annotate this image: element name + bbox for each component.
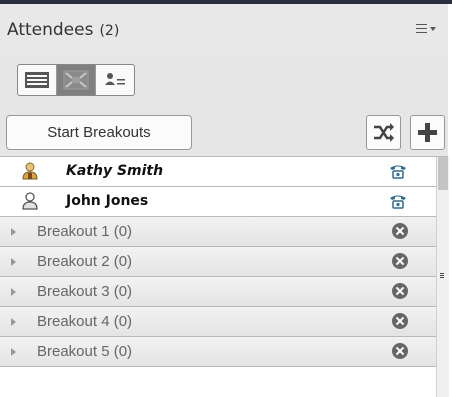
host-user-icon: [22, 162, 38, 180]
attendees-panel: Attendees (2) Start Breakouts Kathy Smit…: [0, 4, 449, 397]
add-breakout-button[interactable]: [410, 115, 445, 150]
list-view-button[interactable]: [18, 65, 57, 95]
breakout-row-4[interactable]: Breakout 4 (0): [0, 307, 436, 337]
remove-breakout-icon[interactable]: [392, 253, 408, 269]
expand-arrow-icon[interactable]: [11, 288, 16, 296]
phone-icon[interactable]: [388, 192, 408, 210]
panel-header: Attendees (2): [0, 4, 448, 57]
panel-title-label: Attendees: [7, 20, 94, 40]
expand-arrow-icon[interactable]: [11, 228, 16, 236]
list-view-icon: [25, 72, 49, 88]
shuffle-button[interactable]: [366, 115, 401, 150]
breakout-row-2[interactable]: Breakout 2 (0): [0, 247, 436, 277]
breakout-row-5[interactable]: Breakout 5 (0): [0, 337, 436, 367]
expand-arrow-icon[interactable]: [11, 318, 16, 326]
breakout-view-button[interactable]: [57, 65, 96, 95]
attendee-count: (2): [99, 23, 120, 39]
breakout-row-3[interactable]: Breakout 3 (0): [0, 277, 436, 307]
expand-arrow-icon[interactable]: [11, 348, 16, 356]
chevron-down-icon: [430, 27, 436, 31]
breakout-action-bar: Start Breakouts: [0, 108, 448, 157]
remove-breakout-icon[interactable]: [392, 223, 408, 239]
status-view-button[interactable]: [96, 65, 134, 95]
breakout-label: Breakout 2 (0): [37, 253, 133, 270]
remove-breakout-icon[interactable]: [392, 283, 408, 299]
resize-grip-icon[interactable]: [440, 273, 444, 279]
attendee-name: Kathy Smith: [66, 163, 164, 179]
breakout-label: Breakout 1 (0): [37, 223, 133, 240]
user-icon: [22, 192, 38, 210]
shuffle-icon: [374, 123, 394, 142]
breakout-label: Breakout 5 (0): [37, 343, 133, 360]
view-toolbar: [0, 57, 448, 108]
attendee-list: Kathy Smith John Jones Breakout 1 (0) Br…: [0, 157, 436, 397]
view-mode-switcher: [17, 64, 135, 96]
panel-menu-button[interactable]: [416, 22, 438, 38]
breakout-label: Breakout 4 (0): [37, 313, 133, 330]
breakout-view-icon: [63, 70, 89, 90]
attendee-row-kathy-smith[interactable]: Kathy Smith: [0, 157, 436, 187]
status-view-icon: [105, 73, 125, 85]
scrollbar-thumb[interactable]: [438, 157, 448, 190]
start-breakouts-button[interactable]: Start Breakouts: [6, 115, 192, 150]
remove-breakout-icon[interactable]: [392, 343, 408, 359]
menu-lines-icon: [416, 24, 427, 36]
panel-title: Attendees (2): [7, 20, 119, 40]
attendee-row-john-jones[interactable]: John Jones: [0, 187, 436, 217]
breakout-row-1[interactable]: Breakout 1 (0): [0, 217, 436, 247]
list-scrollbar[interactable]: [436, 157, 449, 397]
expand-arrow-icon[interactable]: [11, 258, 16, 266]
breakout-label: Breakout 3 (0): [37, 283, 133, 300]
phone-icon[interactable]: [388, 162, 408, 180]
plus-icon: [418, 123, 437, 142]
attendee-name: John Jones: [66, 193, 149, 209]
remove-breakout-icon[interactable]: [392, 313, 408, 329]
